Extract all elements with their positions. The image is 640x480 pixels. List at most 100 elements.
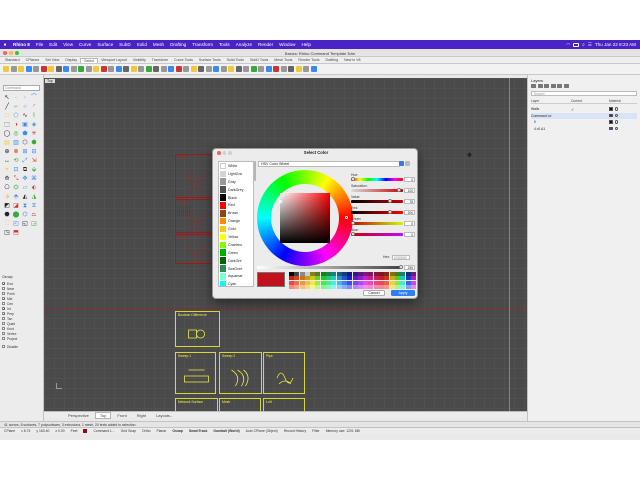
color-list-item[interactable]: Black: [219, 194, 253, 202]
tool-button-icon[interactable]: ∿: [21, 112, 29, 120]
menu-drafting[interactable]: Drafting: [167, 42, 189, 47]
tool-button-icon[interactable]: ⬖: [30, 184, 38, 192]
tool-button-icon[interactable]: ✥: [21, 175, 29, 183]
tool-button-icon[interactable]: ◲: [30, 220, 38, 228]
layer-row[interactable]: Walls ✓: [531, 106, 637, 112]
tab-mesh-tools[interactable]: Mesh Tools: [271, 58, 295, 62]
tool-button-icon[interactable]: ⊡: [12, 166, 20, 174]
palette-swatch[interactable]: [347, 284, 353, 289]
toggle-osnap[interactable]: Osnap: [172, 429, 183, 433]
menu-app[interactable]: Rhino 8: [10, 42, 33, 47]
tool-button-icon[interactable]: ⏢: [30, 211, 38, 219]
tab-transform[interactable]: Transform: [149, 58, 171, 62]
viewport-label[interactable]: Top: [45, 79, 55, 83]
toolbar-tool-icon[interactable]: [145, 66, 152, 72]
tool-button-icon[interactable]: ⬢: [30, 139, 38, 147]
slider-value[interactable]: 0: [404, 177, 415, 182]
color-list-item[interactable]: Cyan: [219, 280, 253, 286]
current-col-header[interactable]: Current: [571, 99, 609, 103]
osnap-checkbox[interactable]: [2, 345, 5, 348]
apply-button[interactable]: Apply: [391, 290, 415, 296]
layer-material-swatch[interactable]: [614, 107, 618, 111]
toolbar-tool-icon[interactable]: [183, 66, 189, 72]
slider-knob[interactable]: [396, 188, 401, 192]
control-center-icon[interactable]: ☰: [588, 42, 592, 48]
tool-button-icon[interactable]: □: [3, 112, 11, 120]
toolbar-tool-icon[interactable]: [228, 66, 234, 72]
menu-subd[interactable]: SubD: [116, 42, 134, 47]
tool-button-icon[interactable]: ⇲: [30, 157, 38, 165]
menu-analyze[interactable]: Analyze: [233, 42, 255, 47]
palette-swatch[interactable]: [357, 284, 363, 289]
toolbar-tool-icon[interactable]: [130, 66, 137, 72]
tool-button-icon[interactable]: ○: [21, 103, 29, 111]
osnap-project[interactable]: Project: [2, 336, 42, 341]
tool-button-icon[interactable]: ◱: [21, 220, 29, 228]
menu-help[interactable]: Help: [298, 42, 313, 47]
menu-view[interactable]: View: [60, 42, 76, 47]
toolbar-tool-icon[interactable]: [175, 66, 182, 72]
tool-button-icon[interactable]: ◯: [3, 130, 11, 138]
menu-file[interactable]: File: [33, 42, 46, 47]
tool-button-icon[interactable]: ⌐: [12, 103, 20, 111]
tab-new-in-v8[interactable]: New in V8: [341, 58, 363, 62]
tool-button-icon[interactable]: ↔: [3, 157, 11, 165]
menu-render[interactable]: Render: [255, 42, 276, 47]
osnap-checkbox[interactable]: [2, 302, 5, 305]
toolbar-tool-icon[interactable]: [3, 66, 9, 72]
osnap-checkbox[interactable]: ✓: [2, 297, 6, 301]
menu-tools[interactable]: Tools: [216, 42, 233, 47]
layer-color-swatch[interactable]: [609, 120, 613, 124]
cancel-button[interactable]: Cancel: [363, 290, 385, 296]
slider-track[interactable]: [351, 189, 403, 192]
tool-button-icon[interactable]: ⏣: [12, 184, 20, 192]
palette-swatch[interactable]: [326, 284, 332, 289]
palette-swatch[interactable]: [405, 284, 411, 289]
menu-edit[interactable]: Edit: [46, 42, 60, 47]
toolbar-tool-icon[interactable]: [295, 66, 302, 72]
osnap-disable[interactable]: Disable: [2, 344, 42, 349]
osnap-checkbox[interactable]: [2, 292, 5, 295]
move-up-icon[interactable]: [550, 84, 556, 88]
menu-transform[interactable]: Transform: [189, 42, 216, 47]
toolbar-tool-icon[interactable]: [198, 66, 204, 72]
tab-surface-tools[interactable]: Surface Tools: [196, 58, 224, 62]
tool-button-icon[interactable]: ▥: [12, 139, 20, 147]
tool-button-icon[interactable]: ▤: [3, 139, 11, 147]
status-cplane[interactable]: CPlane: [4, 429, 15, 433]
viewport-tab-front[interactable]: Front: [113, 413, 130, 418]
color-list-item[interactable]: Chartreu: [219, 241, 253, 249]
named-color-list[interactable]: White LightGra Gray DarkGrey Black Red Brown Or…: [218, 161, 254, 287]
tab-cplanes[interactable]: CPlanes: [23, 58, 43, 62]
osnap-checkbox[interactable]: [2, 332, 5, 335]
material-col-header[interactable]: Material: [609, 99, 621, 103]
toolbar-tool-icon[interactable]: [108, 66, 114, 72]
color-mode-select[interactable]: HSV Color Wheel: [258, 161, 400, 167]
toolbar-tool-icon[interactable]: [85, 66, 92, 72]
toolbar-tool-icon[interactable]: [63, 66, 69, 72]
toggle-ortho[interactable]: Ortho: [142, 429, 150, 433]
wifi-icon[interactable]: ◠: [566, 42, 570, 48]
tool-button-icon[interactable]: ⊞: [21, 148, 29, 156]
toggle-grid-snap[interactable]: Grid Snap: [121, 429, 136, 433]
slider-track[interactable]: [351, 222, 403, 225]
osnap-checkbox[interactable]: [2, 287, 5, 290]
tool-button-icon[interactable]: ⬘: [12, 193, 20, 201]
tool-button-icon[interactable]: ⬚: [3, 121, 11, 129]
palette-swatch[interactable]: [379, 284, 385, 289]
toggle-record-history[interactable]: Record History: [284, 429, 306, 433]
viewport-tab-layouts[interactable]: Layouts...: [152, 413, 177, 418]
tool-button-icon[interactable]: ↖: [3, 94, 11, 102]
toolbar-tool-icon[interactable]: [258, 66, 264, 72]
new-sublayer-icon[interactable]: [537, 84, 543, 88]
palette-swatch[interactable]: [363, 284, 369, 289]
slider-track[interactable]: [351, 178, 403, 181]
palette-swatch[interactable]: [352, 284, 358, 289]
search-icon[interactable]: ⌕: [582, 42, 585, 47]
palette-swatch[interactable]: [384, 284, 390, 289]
layer-name[interactable]: 0: [531, 120, 571, 124]
alpha-value[interactable]: 255: [404, 265, 415, 270]
tool-button-icon[interactable]: ◜: [30, 103, 38, 111]
color-list-item[interactable]: SeaGree: [219, 265, 253, 273]
tool-button-icon[interactable]: ⌘: [30, 175, 38, 183]
